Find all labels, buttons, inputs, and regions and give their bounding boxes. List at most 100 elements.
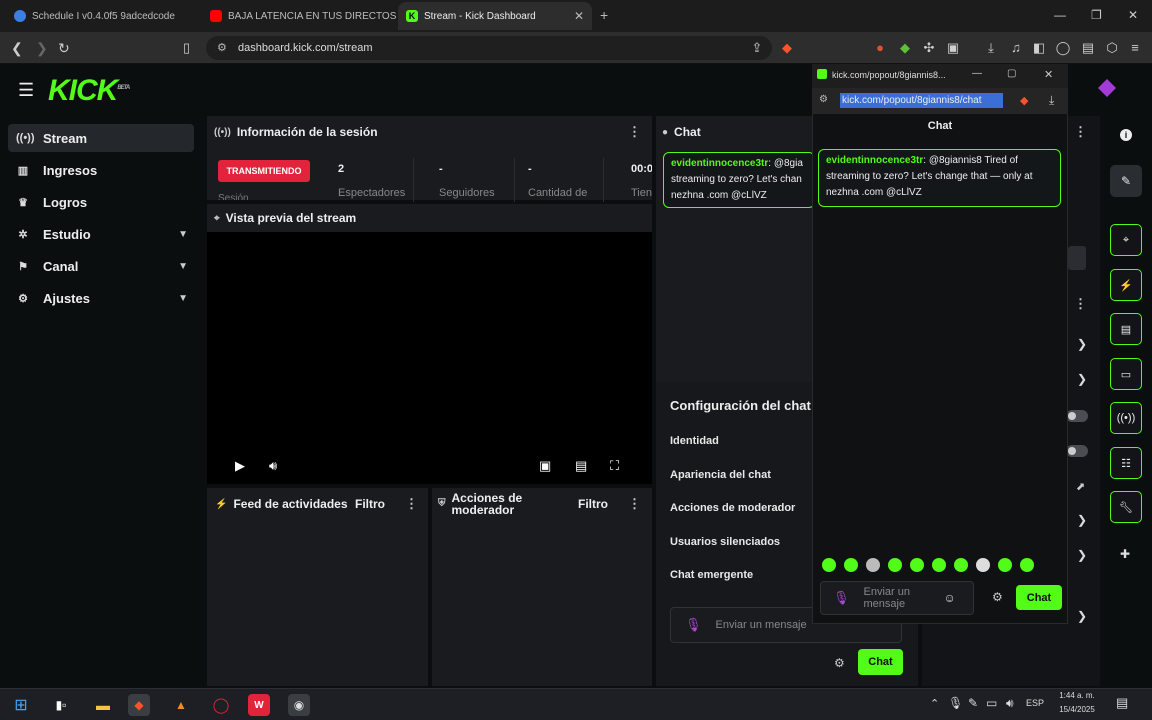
sidebar-item-estudio[interactable]: ✲ Estudio ▼ bbox=[8, 220, 194, 248]
rail-button-tools[interactable]: 🔧︎ bbox=[1110, 491, 1142, 523]
puzzle-icon[interactable]: ✣ bbox=[921, 40, 937, 56]
pen-icon[interactable]: ✎ bbox=[968, 696, 978, 710]
toggle-switch[interactable] bbox=[1066, 445, 1088, 457]
sidebar-item-ajustes[interactable]: ⚙ Ajustes ▼ bbox=[8, 284, 194, 312]
share-icon[interactable]: ⇪ bbox=[749, 40, 765, 56]
brave-browser-icon[interactable]: ◆ bbox=[128, 694, 150, 716]
rail-button-chat[interactable]: ▭ bbox=[1110, 358, 1142, 390]
mod-filter-button[interactable]: Filtro bbox=[578, 497, 608, 511]
display-icon[interactable]: ▭ bbox=[986, 696, 997, 710]
chat-setting-muted-users[interactable]: Usuarios silenciados bbox=[670, 536, 780, 548]
tray-expand-icon[interactable]: ⌃ bbox=[930, 697, 939, 710]
sidebar-item-canal[interactable]: ⚑ Canal ▼ bbox=[8, 252, 194, 280]
minimize-icon[interactable]: — bbox=[1054, 8, 1066, 22]
vpn-icon[interactable]: ⬡ bbox=[1104, 40, 1120, 56]
windows-start-icon[interactable]: ⊞ bbox=[10, 694, 32, 716]
close-tab-icon[interactable]: ✕ bbox=[574, 9, 584, 23]
reload-icon[interactable]: ↻ bbox=[58, 40, 70, 57]
more-options-icon[interactable]: ⋮ bbox=[628, 496, 641, 512]
popout-send-button[interactable]: Chat bbox=[1016, 585, 1062, 610]
info-icon[interactable]: i bbox=[1120, 129, 1132, 141]
chat-send-button[interactable]: Chat bbox=[858, 649, 903, 675]
toggle-switch[interactable] bbox=[1066, 410, 1088, 422]
site-info-icon[interactable]: ⚙ bbox=[217, 41, 227, 54]
chart-icon[interactable]: ⬈ bbox=[1076, 480, 1085, 493]
stream-preview-video[interactable] bbox=[207, 232, 652, 484]
sidebar-icon[interactable]: ◧ bbox=[1031, 40, 1047, 56]
microphone-icon[interactable]: 🎙︎ bbox=[685, 617, 702, 633]
forward-icon[interactable]: ❯ bbox=[36, 40, 48, 57]
edit-pencil-icon[interactable]: ✎ bbox=[1110, 165, 1142, 197]
chat-settings-gear-icon[interactable]: ⚙ bbox=[834, 656, 845, 670]
chat-setting-popout[interactable]: Chat emergente bbox=[670, 569, 753, 581]
more-options-icon[interactable]: ⋮ bbox=[1074, 124, 1087, 140]
browser-tab[interactable]: BAJA LATENCIA EN TUS DIRECTOS !! bbox=[202, 2, 398, 30]
microphone-icon[interactable]: 🎙︎ bbox=[948, 696, 963, 710]
new-tab-button[interactable]: + bbox=[600, 7, 608, 23]
music-icon[interactable]: ♫ bbox=[1008, 40, 1024, 56]
more-options-icon[interactable]: ⋮ bbox=[1074, 296, 1087, 312]
restore-icon[interactable]: ❐ bbox=[1091, 8, 1102, 22]
side-panel-field[interactable] bbox=[1068, 246, 1086, 270]
fullscreen-icon[interactable]: ⛶ bbox=[610, 458, 619, 474]
menu-icon[interactable]: ≡ bbox=[1127, 40, 1143, 56]
more-options-icon[interactable]: ⋮ bbox=[405, 496, 418, 512]
download-icon[interactable]: ⤓ bbox=[983, 40, 999, 56]
emoji-icon[interactable]: ☺ bbox=[944, 592, 956, 604]
emote-icon[interactable] bbox=[822, 558, 836, 572]
sidebar-item-ingresos[interactable]: ▥ Ingresos bbox=[8, 156, 194, 184]
maximize-icon[interactable]: ▢ bbox=[1007, 68, 1016, 79]
file-explorer-icon[interactable]: ▬ bbox=[92, 694, 114, 716]
microphone-icon[interactable]: 🎙︎ bbox=[833, 591, 850, 604]
hamburger-menu-icon[interactable]: ☰ bbox=[18, 80, 34, 101]
back-icon[interactable]: ❮ bbox=[11, 40, 23, 57]
wallet-icon[interactable]: ▤ bbox=[1080, 40, 1096, 56]
chat-username[interactable]: evidentinnocence3tr bbox=[826, 155, 923, 166]
extension-icon[interactable]: ● bbox=[872, 40, 888, 56]
clock-time[interactable]: 1:44 a. m. bbox=[1055, 691, 1099, 700]
task-view-icon[interactable]: ▮▫ bbox=[50, 694, 72, 716]
speaker-icon[interactable]: 🔊︎ bbox=[1006, 696, 1014, 711]
chat-setting-identity[interactable]: Identidad bbox=[670, 435, 719, 447]
emote-icon[interactable] bbox=[976, 558, 990, 572]
vlc-icon[interactable]: ▲ bbox=[170, 694, 192, 716]
volume-icon[interactable]: 🔊︎ bbox=[269, 458, 277, 474]
minimize-icon[interactable]: — bbox=[972, 68, 982, 79]
extension-icon[interactable]: ◆ bbox=[897, 40, 913, 56]
emote-icon[interactable] bbox=[866, 558, 880, 572]
emote-icon[interactable] bbox=[888, 558, 902, 572]
url-field[interactable]: dashboard.kick.com/stream bbox=[206, 36, 772, 60]
emote-icon[interactable] bbox=[932, 558, 946, 572]
brave-shields-icon[interactable]: ◆ bbox=[1020, 94, 1028, 107]
bookmark-icon[interactable]: ▯ bbox=[183, 40, 190, 56]
kick-logo[interactable]: KICKBETA bbox=[48, 74, 130, 108]
chevron-right-icon[interactable]: ❯ bbox=[1077, 609, 1087, 623]
chat-username[interactable]: evidentinnocence3tr bbox=[671, 158, 768, 169]
close-window-icon[interactable]: ✕ bbox=[1044, 68, 1053, 81]
feed-filter-button[interactable]: Filtro bbox=[355, 497, 385, 511]
emote-icon[interactable] bbox=[844, 558, 858, 572]
more-options-icon[interactable]: ⋮ bbox=[628, 124, 641, 140]
rail-button-preview[interactable]: ⌖ bbox=[1110, 224, 1142, 256]
chevron-right-icon[interactable]: ❯ bbox=[1077, 337, 1087, 351]
chevron-right-icon[interactable]: ❯ bbox=[1077, 548, 1087, 562]
chat-setting-mod-actions[interactable]: Acciones de moderador bbox=[670, 502, 795, 514]
emote-icon[interactable] bbox=[910, 558, 924, 572]
download-icon[interactable]: ⤓ bbox=[1049, 93, 1054, 108]
pip-icon[interactable]: ▣ bbox=[539, 458, 551, 474]
sidebar-item-stream[interactable]: ((•)) Stream bbox=[8, 124, 194, 152]
site-info-icon[interactable]: ⚙ bbox=[819, 94, 828, 105]
browser-tab[interactable]: Schedule I v0.4.0f5 9adcedcode bbox=[6, 2, 202, 30]
emote-icon[interactable] bbox=[954, 558, 968, 572]
play-icon[interactable]: ▶ bbox=[235, 458, 245, 474]
rail-button-layout[interactable]: ☷ bbox=[1110, 447, 1142, 479]
chevron-right-icon[interactable]: ❯ bbox=[1077, 372, 1087, 386]
emote-icon[interactable] bbox=[998, 558, 1012, 572]
language-indicator[interactable]: ESP bbox=[1026, 698, 1044, 708]
theater-icon[interactable]: ▤ bbox=[575, 458, 587, 474]
chat-setting-appearance[interactable]: Apariencia del chat bbox=[670, 469, 771, 481]
browser-tab-active[interactable]: K Stream - Kick Dashboard ✕ bbox=[398, 2, 592, 30]
popout-chat-input[interactable]: 🎙︎ Enviar un mensaje ☺ bbox=[820, 581, 974, 615]
obs-icon[interactable]: ◉ bbox=[288, 694, 310, 716]
opera-icon[interactable]: ◯ bbox=[210, 694, 232, 716]
